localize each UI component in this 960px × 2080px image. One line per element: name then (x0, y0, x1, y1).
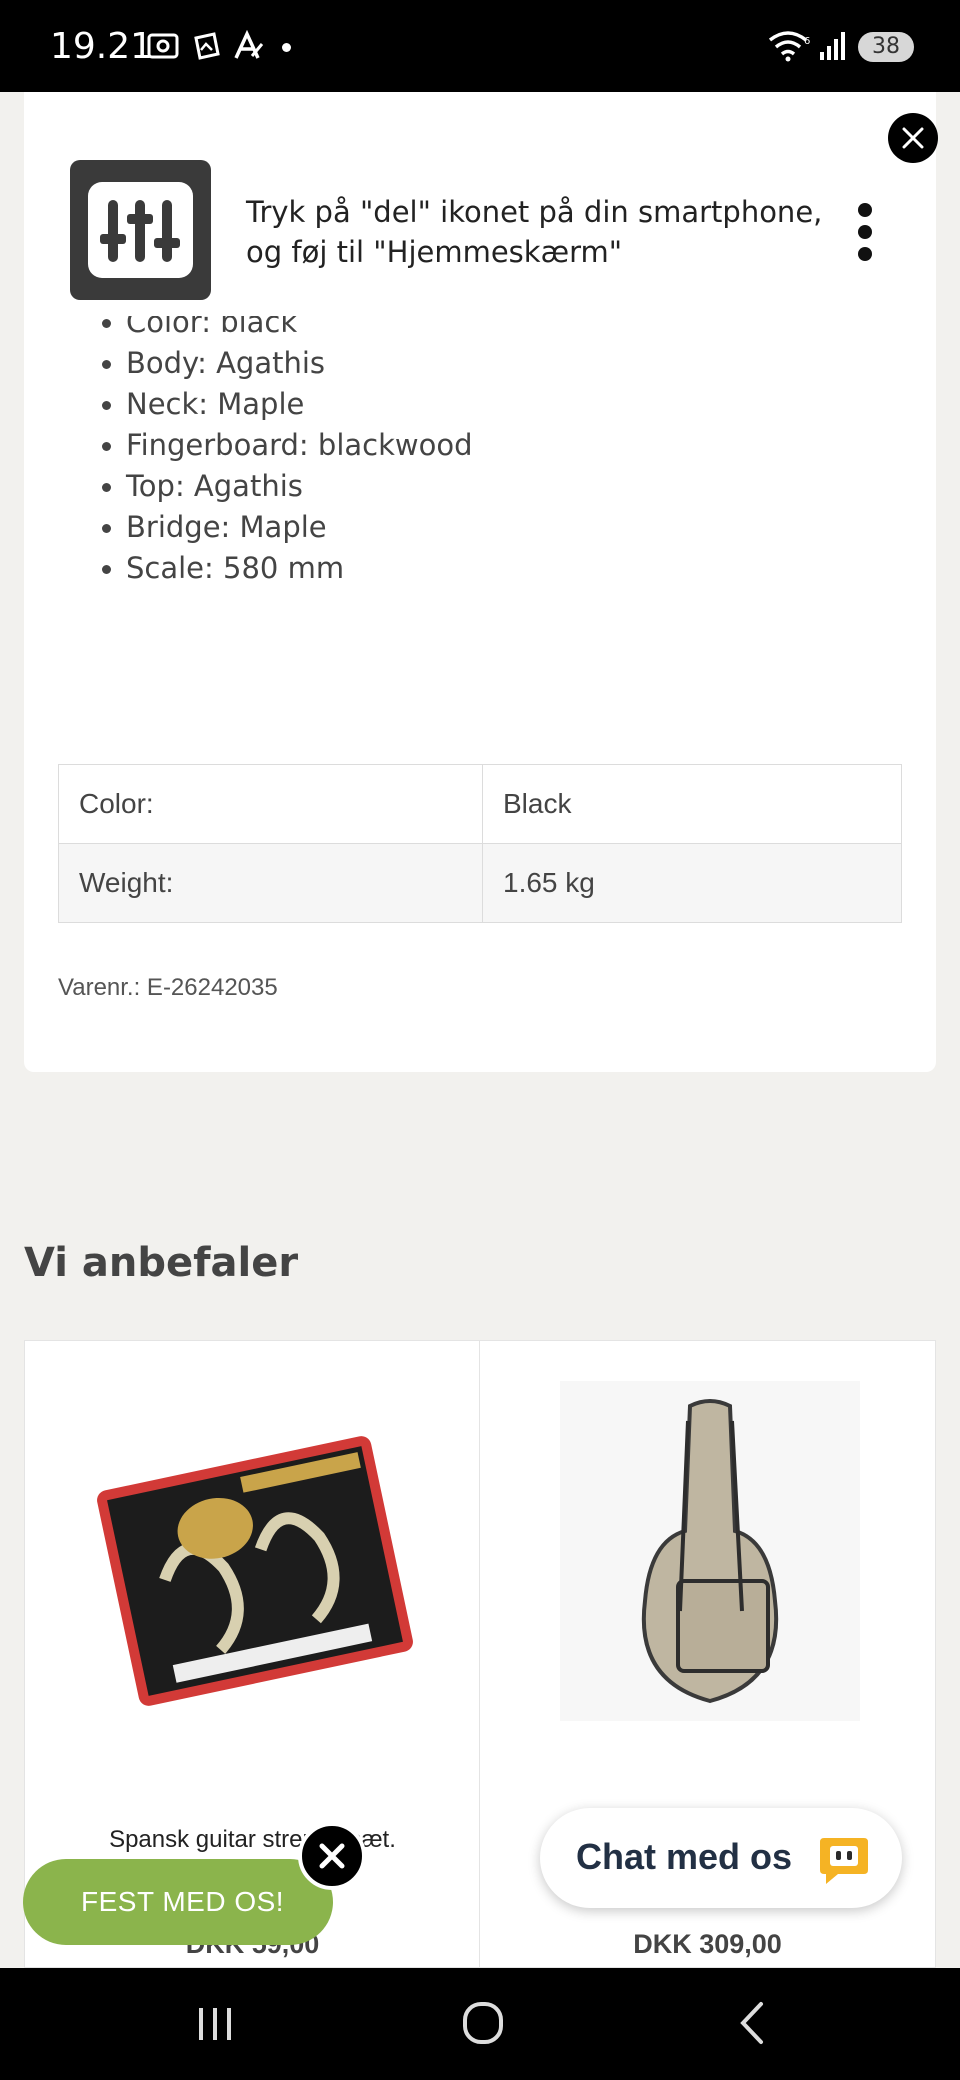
more-vert-icon[interactable] (850, 200, 880, 270)
recent-apps-icon[interactable] (185, 1998, 245, 2048)
chat-bubble-icon (820, 1838, 868, 1884)
banner-close-button[interactable] (888, 113, 938, 163)
spec-item: Bridge: Maple (102, 507, 473, 548)
navigation-bar (0, 1968, 960, 2080)
signal-icon (820, 32, 845, 60)
sku-number: Varenr.: E-26242035 (58, 974, 278, 1001)
mixer-icon (88, 182, 193, 278)
spec-list: Color: black Body: Agathis Neck: Maple F… (102, 302, 473, 589)
spec-item: Top: Agathis (102, 466, 473, 507)
section-title: Vi anbefaler (24, 1240, 299, 1286)
status-time: 19.21 (50, 26, 154, 67)
font-a-icon (234, 30, 264, 59)
app-logo (70, 160, 211, 300)
attribute-key: Weight: (58, 843, 483, 923)
status-bar: 19.21 6 38 (0, 0, 960, 92)
attribute-key: Color: (58, 764, 483, 844)
product-price: DKK 309,00 (633, 1929, 782, 1959)
spec-item: Body: Agathis (102, 343, 473, 384)
close-icon (902, 127, 924, 149)
spec-item: Neck: Maple (102, 384, 473, 425)
fest-close-button[interactable] (298, 1822, 366, 1890)
table-row: Weight: 1.65 kg (58, 843, 902, 923)
battery-indicator: 38 (858, 32, 914, 62)
product-name[interactable]: Spansk guitar strenge sæt. (25, 1826, 480, 1854)
wifi-icon: 6 (768, 31, 810, 62)
product-image[interactable] (85, 1421, 425, 1721)
product-image[interactable] (560, 1381, 860, 1721)
attribute-value: Black (482, 764, 902, 844)
banner-message: Tryk på "del" ikonet på din smartphone, … (246, 195, 823, 269)
attribute-value: 1.65 kg (482, 843, 902, 923)
chat-button[interactable]: Chat med os (540, 1808, 902, 1908)
attributes-table: Color: Black Weight: 1.65 kg (58, 764, 902, 923)
gallery-icon (194, 32, 220, 60)
table-row: Color: Black (58, 764, 902, 844)
fest-med-os-button[interactable]: FEST MED OS! (23, 1859, 333, 1945)
home-icon[interactable] (453, 1998, 513, 2048)
spec-item: Fingerboard: blackwood (102, 425, 473, 466)
close-icon (319, 1843, 345, 1869)
notification-dot (282, 43, 291, 52)
back-icon[interactable] (723, 1998, 783, 2048)
screenshot-icon (147, 33, 179, 59)
svg-text:6: 6 (804, 36, 810, 47)
spec-item: Scale: 580 mm (102, 548, 473, 589)
chat-label: Chat med os (576, 1836, 793, 1877)
